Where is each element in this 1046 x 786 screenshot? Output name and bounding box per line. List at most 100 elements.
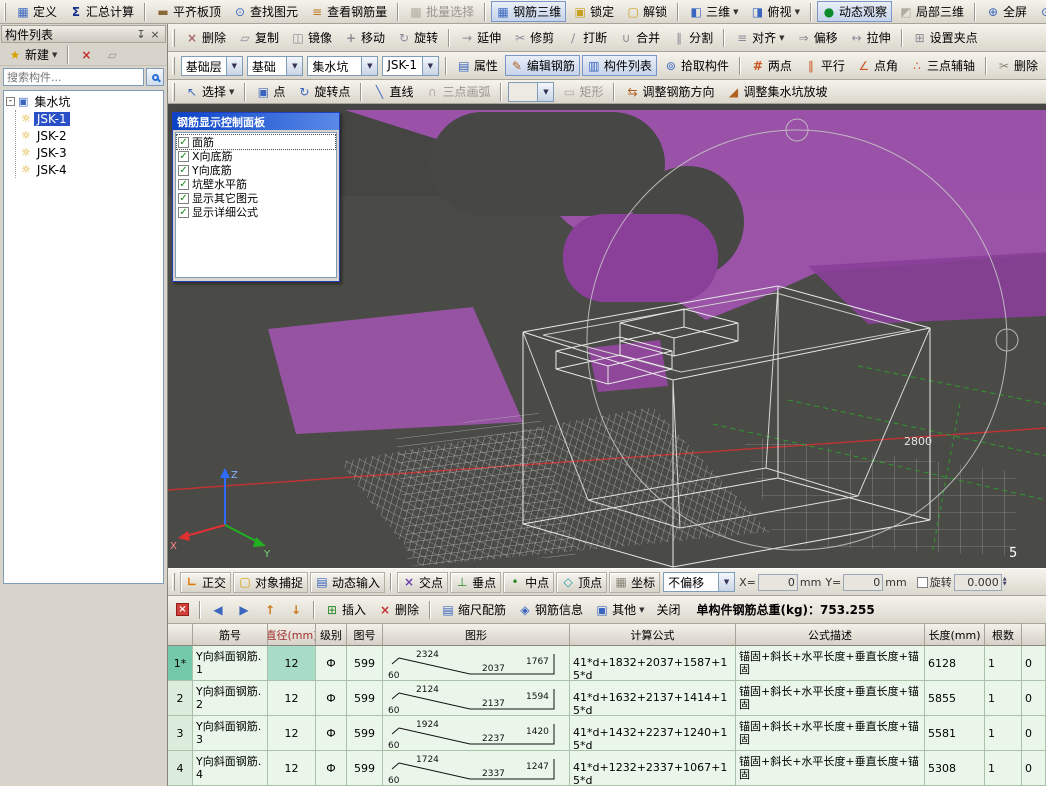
close-rebar-pane-button[interactable]: × (171, 601, 194, 618)
rotate-button[interactable]: ↻ 旋转 (392, 27, 443, 48)
edit-rebar-button[interactable]: ✎ 编辑钢筋 (505, 55, 580, 76)
lap-cell[interactable]: 0 (1022, 646, 1046, 681)
close-icon[interactable]: × (148, 28, 162, 41)
copy-button[interactable]: ▱ 复制 (233, 27, 284, 48)
adjust-pit-slope-button[interactable]: ◢ 调整集水坑放坡 (722, 81, 833, 102)
lock-button[interactable]: ▣ 锁定 (568, 1, 619, 22)
set-grips-button[interactable]: ⊞ 设置夹点 (908, 27, 983, 48)
rotate-spinner[interactable]: ▲ ▼ (1003, 577, 1007, 587)
x-coordinate-input[interactable] (758, 574, 798, 591)
toggle-x-bottom-rebar[interactable]: ✓ X向底筋 (177, 149, 335, 163)
formula-description-cell[interactable]: 锚固+斜长+水平长度+垂直长度+锚固 (736, 646, 925, 681)
column-header[interactable]: 计算公式 (570, 624, 736, 646)
rect-tool-button[interactable]: ▭ 矩形 (557, 81, 608, 102)
table-row[interactable]: 3 Y向斜面钢筋.3 12 Ф 599 1924 60 2237 1420 (168, 716, 1046, 751)
delete-aux-axis-button[interactable]: ✂ 删除 (992, 55, 1043, 76)
batch-select-button[interactable]: ▩ 批量选择 (404, 1, 479, 22)
break-button[interactable]: ∕ 打断 (561, 27, 612, 48)
perpendicular-snap-button[interactable]: ⊥ 垂点 (450, 572, 501, 593)
select-tool-button[interactable]: ↖ 选择 ▼ (180, 81, 239, 102)
toolbar-grip[interactable] (172, 83, 175, 101)
calc-formula-cell[interactable]: 41*d+1832+2037+1587+15*d (570, 646, 736, 681)
vertex-snap-button[interactable]: ◇ 顶点 (556, 572, 607, 593)
orbit-button[interactable]: ● 动态观察 (817, 1, 892, 22)
parallel-axis-button[interactable]: ∥ 平行 (799, 55, 850, 76)
rebar-name-cell[interactable]: Y向斜面钢筋.3 (193, 716, 268, 751)
count-cell[interactable]: 1 (985, 751, 1022, 786)
midpoint-snap-button[interactable]: • 中点 (503, 572, 554, 593)
column-header[interactable] (168, 624, 193, 646)
column-header[interactable]: 筋号 (193, 624, 268, 646)
adjust-rebar-direction-button[interactable]: ⇆ 调整钢筋方向 (620, 81, 719, 102)
toggle-y-bottom-rebar[interactable]: ✓ Y向底筋 (177, 163, 335, 177)
trim-button[interactable]: ✂ 修剪 (508, 27, 559, 48)
chevron-down-icon[interactable]: ▼ (226, 57, 242, 75)
split-button[interactable]: ∥ 分割 (667, 27, 718, 48)
two-point-axis-button[interactable]: # 两点 (746, 55, 797, 76)
toolbar-grip[interactable] (4, 3, 6, 21)
define-button[interactable]: ▦ 定义 (11, 1, 62, 22)
coordinate-snap-button[interactable]: ▦ 坐标 (609, 572, 660, 593)
dynamic-input-toggle[interactable]: ▤ 动态输入 (310, 572, 385, 593)
zoom-button[interactable]: ⊙ 缩放 ▼ (1034, 1, 1046, 22)
next-rebar-button[interactable]: ▶ (232, 601, 256, 619)
element-type-select[interactable]: 基础 ▼ (247, 56, 304, 76)
shape-diagram-cell[interactable]: 1724 60 2337 1247 (383, 751, 570, 786)
diameter-cell[interactable]: 12 (268, 751, 316, 786)
row-number-cell[interactable]: 2 (168, 681, 193, 716)
checkbox-checked-icon[interactable]: ✓ (178, 151, 189, 162)
length-cell[interactable]: 5308 (925, 751, 985, 786)
length-cell[interactable]: 5855 (925, 681, 985, 716)
offset-select[interactable]: 不偏移 ▼ (663, 572, 735, 592)
find-element-button[interactable]: ⊙ 查找图元 (228, 1, 303, 22)
row-number-cell[interactable]: 1* (168, 646, 193, 681)
merge-button[interactable]: ∪ 合并 (614, 27, 665, 48)
delete-component-button[interactable]: × (74, 46, 98, 64)
shape-diagram-cell[interactable]: 2324 60 2037 1767 (383, 646, 570, 681)
column-header[interactable]: 公式描述 (736, 624, 925, 646)
tree-root-sump-pit[interactable]: - ▣ 集水坑 (6, 93, 161, 110)
toggle-show-other-elements[interactable]: ✓ 显示其它图元 (177, 191, 335, 205)
checkbox-checked-icon[interactable]: ✓ (178, 193, 189, 204)
collapse-icon[interactable]: - (6, 97, 15, 106)
lap-cell[interactable]: 0 (1022, 751, 1046, 786)
formula-description-cell[interactable]: 锚固+斜长+水平长度+垂直长度+锚固 (736, 751, 925, 786)
summary-calc-button[interactable]: Σ 汇总计算 (64, 1, 139, 22)
3d-viewport[interactable]: Z X Y 2800 5 钢筋显示控制面板 ✓ 面筋 ✓ X (168, 104, 1046, 568)
calc-formula-cell[interactable]: 41*d+1632+2137+1414+15*d (570, 681, 736, 716)
component-list-button[interactable]: ▥ 构件列表 (582, 55, 657, 76)
search-component-input[interactable] (3, 68, 144, 86)
intersection-snap-button[interactable]: × 交点 (397, 572, 448, 593)
partial-3d-button[interactable]: ◩ 局部三维 (894, 1, 969, 22)
lap-cell[interactable]: 0 (1022, 716, 1046, 751)
checkbox-checked-icon[interactable]: ✓ (178, 137, 189, 148)
figure-number-cell[interactable]: 599 (347, 646, 383, 681)
delete-row-button[interactable]: × 删除 (373, 599, 424, 620)
column-header[interactable]: 图形 (383, 624, 570, 646)
move-down-button[interactable]: ↓ (284, 601, 308, 619)
chevron-down-icon[interactable]: ▼ (718, 573, 734, 591)
row-number-cell[interactable]: 3 (168, 716, 193, 751)
properties-button[interactable]: ▤ 属性 (452, 55, 503, 76)
column-header[interactable]: 级别 (316, 624, 347, 646)
toggle-pit-wall-horizontal-rebar[interactable]: ✓ 坑壁水平筋 (177, 177, 335, 191)
new-component-button[interactable]: ★ 新建 ▼ (3, 44, 62, 65)
diameter-cell[interactable]: 12 (268, 716, 316, 751)
insert-row-button[interactable]: ⊞ 插入 (320, 599, 371, 620)
steel-grade-cell[interactable]: Ф (316, 716, 347, 751)
stretch-button[interactable]: ↔ 拉伸 (845, 27, 896, 48)
rebar-info-button[interactable]: ◈ 钢筋信息 (513, 599, 588, 620)
figure-number-cell[interactable]: 599 (347, 751, 383, 786)
toolbar-grip[interactable] (172, 573, 175, 591)
count-cell[interactable]: 1 (985, 716, 1022, 751)
scale-rebar-button[interactable]: ▤ 缩尺配筋 (436, 599, 511, 620)
column-header[interactable]: 直径(mm) (268, 624, 316, 646)
fullscreen-button[interactable]: ⊕ 全屏 (981, 1, 1032, 22)
calc-formula-cell[interactable]: 41*d+1232+2337+1067+15*d (570, 751, 736, 786)
toggle-surface-rebar[interactable]: ✓ 面筋 (177, 135, 335, 149)
search-button[interactable] (146, 68, 164, 86)
component-category-select[interactable]: 集水坑 ▼ (307, 56, 378, 76)
steel-grade-cell[interactable]: Ф (316, 646, 347, 681)
spin-down-icon[interactable]: ▼ (1003, 582, 1007, 587)
y-coordinate-input[interactable] (843, 574, 883, 591)
